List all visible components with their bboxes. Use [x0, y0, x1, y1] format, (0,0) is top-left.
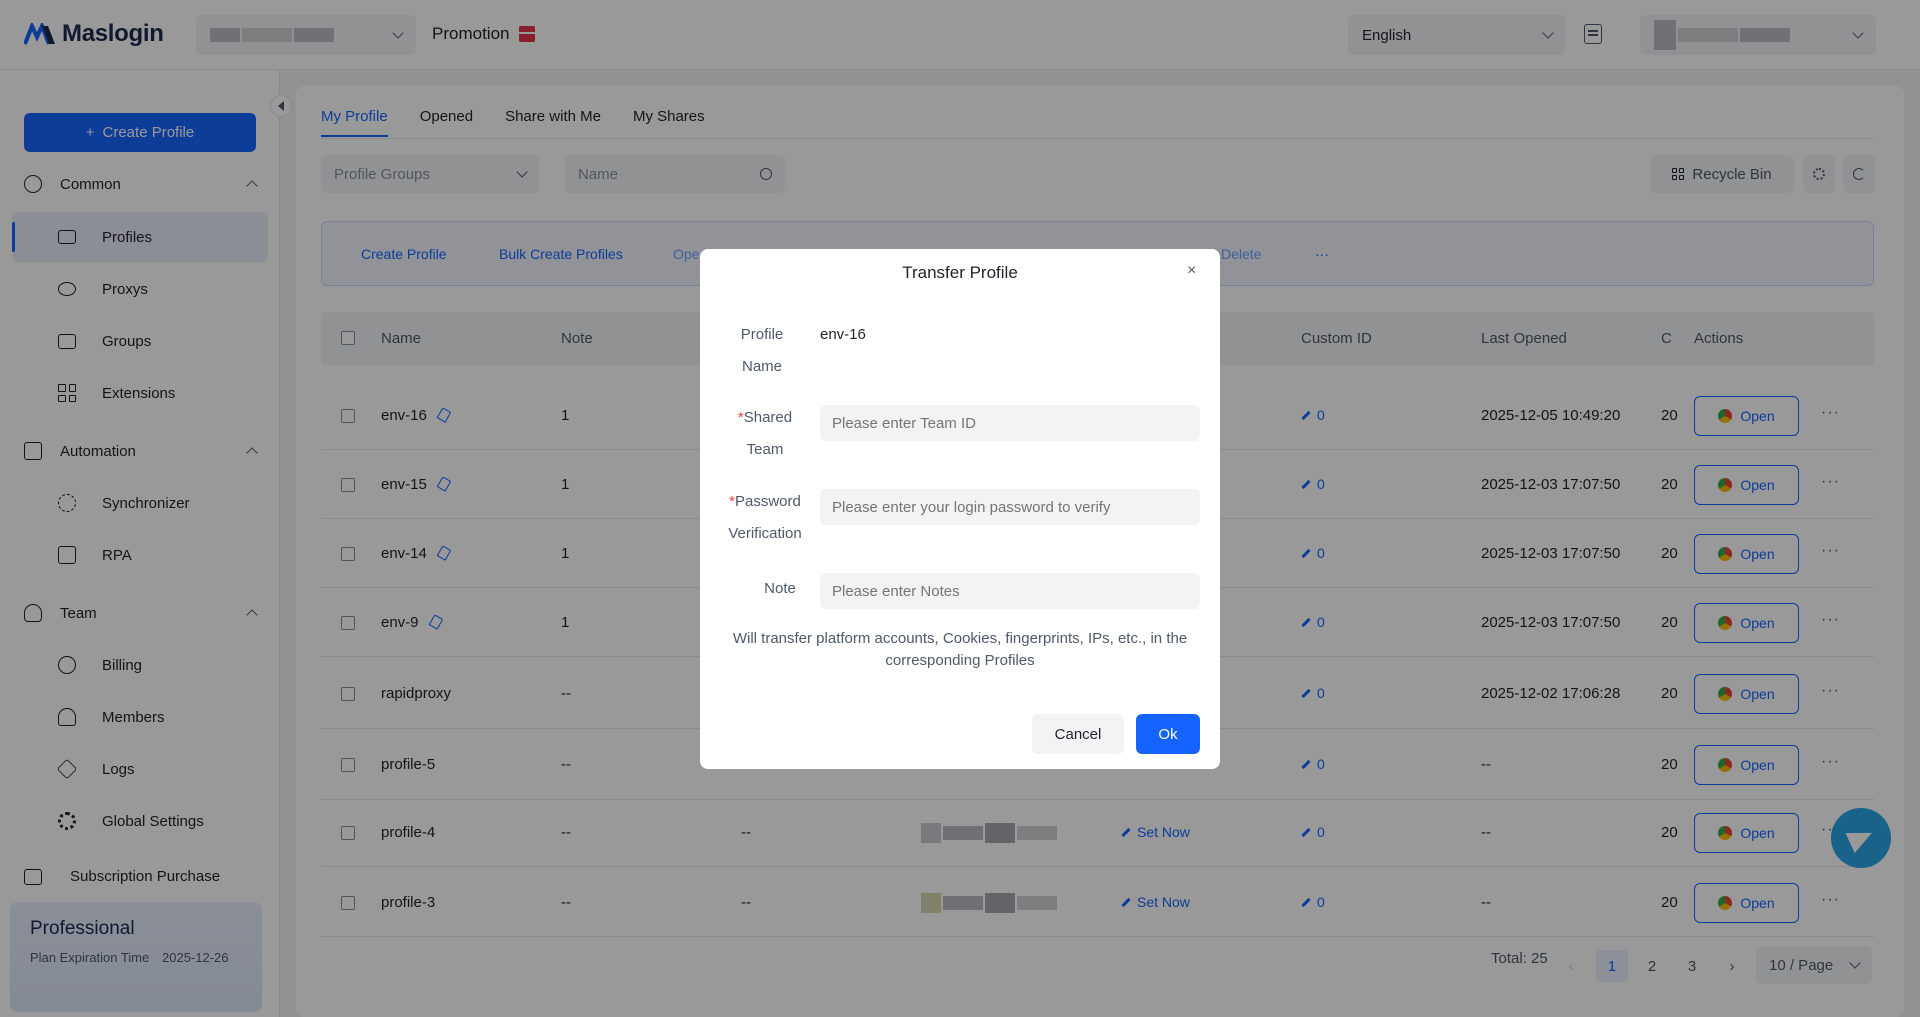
password-label-text: Password Verification — [728, 493, 802, 542]
shared-team-label-text: Shared Team — [743, 409, 793, 458]
dialog-title: Transfer Profile — [902, 263, 1018, 282]
password-label: *Password Verification — [722, 486, 808, 550]
password-input[interactable] — [820, 489, 1200, 525]
notes-input[interactable] — [820, 573, 1200, 609]
note-label: Note — [764, 580, 796, 597]
cancel-button[interactable]: Cancel — [1032, 714, 1124, 754]
profile-name-value: env-16 — [820, 326, 866, 343]
transfer-profile-dialog: Transfer Profile × Profile Name env-16 *… — [700, 249, 1220, 769]
transfer-info-text: Will transfer platform accounts, Cookies… — [732, 630, 1188, 669]
close-icon[interactable]: × — [1187, 262, 1196, 280]
shared-team-label: *Shared Team — [726, 402, 804, 466]
team-id-input[interactable] — [820, 405, 1200, 441]
profile-name-label: Profile Name — [740, 326, 784, 375]
ok-button[interactable]: Ok — [1136, 714, 1200, 754]
